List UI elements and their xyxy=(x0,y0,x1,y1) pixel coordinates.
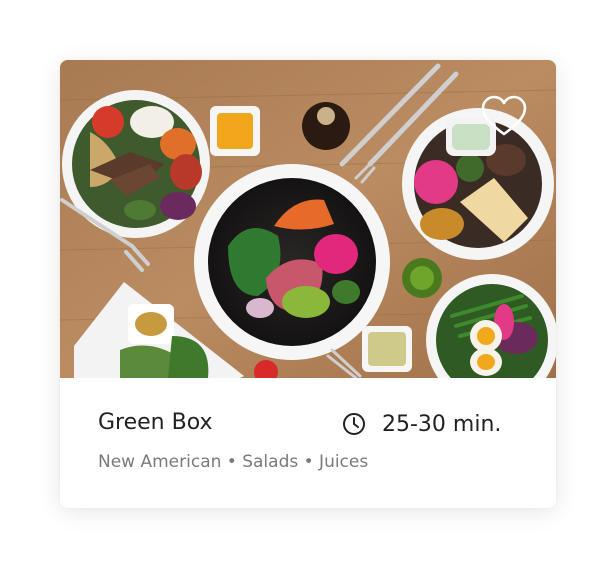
clock-icon xyxy=(343,413,365,435)
restaurant-name: Green Box xyxy=(98,410,213,435)
restaurant-info: Green Box 25-30 min. New American • Sala… xyxy=(60,378,556,508)
restaurant-card[interactable]: Green Box 25-30 min. New American • Sala… xyxy=(60,60,556,508)
heart-outline-icon[interactable] xyxy=(480,94,528,138)
delivery-time-text: 25-30 min. xyxy=(382,411,502,437)
delivery-time: 25-30 min. xyxy=(342,408,501,440)
cuisine-tags: New American • Salads • Juices xyxy=(98,452,369,472)
bowl-chicken xyxy=(402,108,554,260)
food-photo xyxy=(60,60,556,378)
bowl-poke xyxy=(194,164,390,360)
